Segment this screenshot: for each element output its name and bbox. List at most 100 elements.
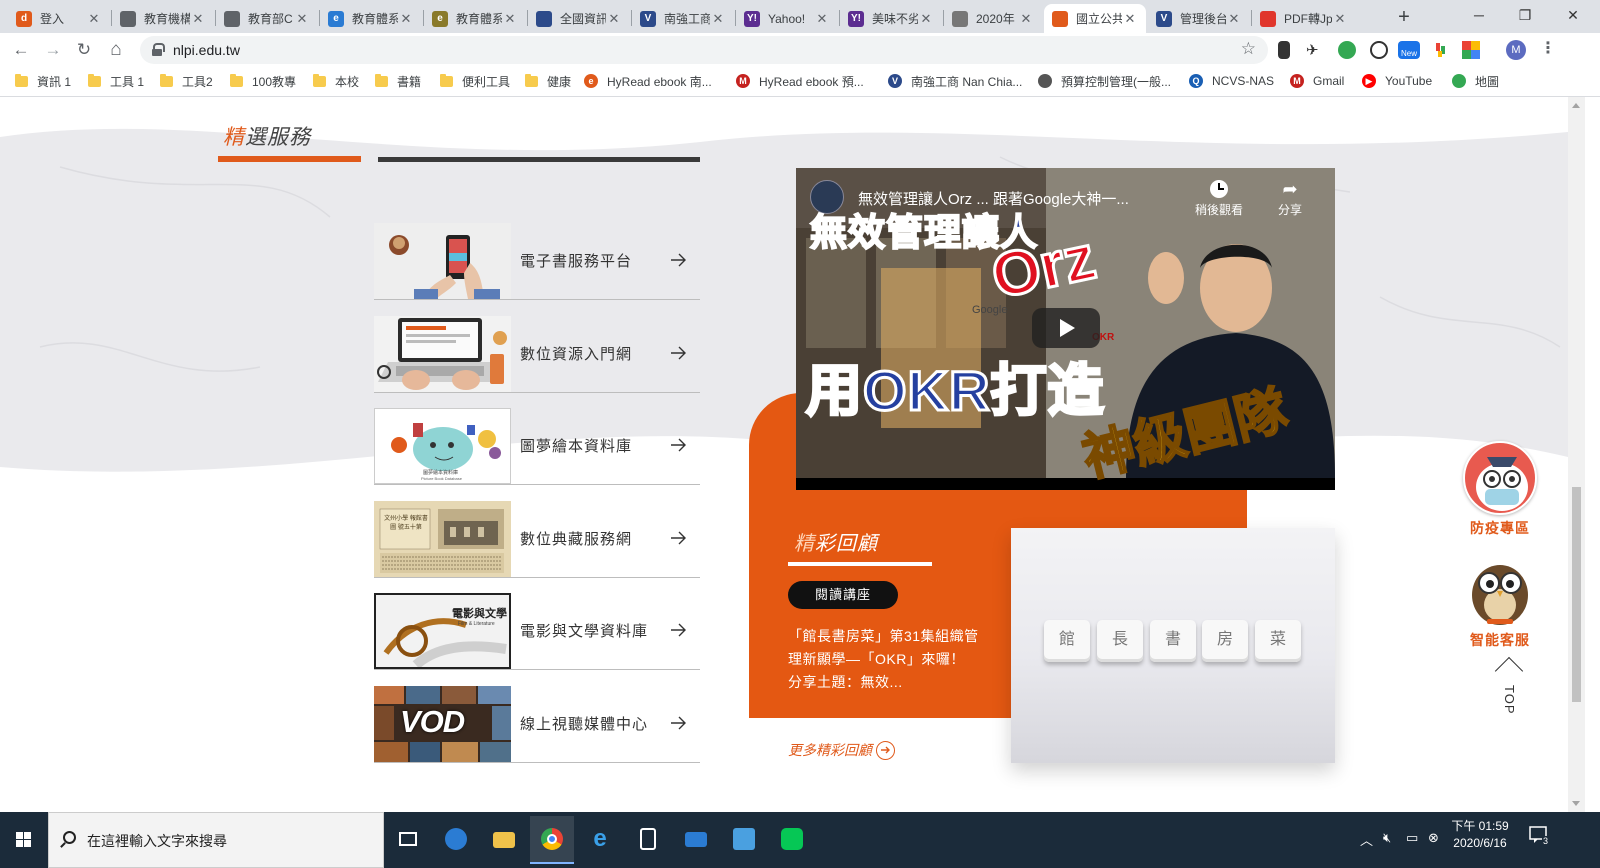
bookmark-label[interactable]: Gmail: [1313, 74, 1344, 88]
scrollbar-thumb[interactable]: [1572, 487, 1581, 702]
back-to-top-button[interactable]: TOP: [1494, 656, 1526, 715]
service-picture-book[interactable]: 圖夢繪本資料庫 Picture Book Database 圖夢繪本資料庫: [374, 408, 700, 485]
watch-later-button[interactable]: 稍後觀看: [1192, 180, 1246, 218]
edge-button[interactable]: [434, 816, 478, 864]
bookmark-folder[interactable]: 100教專: [230, 72, 296, 90]
tab-title[interactable]: 教育部C: [248, 10, 294, 27]
service-film-literature[interactable]: 電影與文學 Film & Literature 電影與文學資料庫: [374, 593, 700, 670]
file-explorer-button[interactable]: [482, 816, 526, 864]
circle-arrow-icon[interactable]: [876, 740, 895, 760]
arrow-right-icon[interactable]: [670, 253, 686, 267]
bookmark-label[interactable]: HyRead ebook 預...: [759, 73, 864, 90]
tray-chevron-up-icon[interactable]: ︿: [1360, 830, 1373, 849]
bookmark-label[interactable]: HyRead ebook 南...: [607, 73, 712, 90]
browser-tab[interactable]: 2020年 ✕: [944, 4, 1042, 33]
tab-close-icon[interactable]: ✕: [814, 11, 830, 27]
bookmark-link[interactable]: M Gmail: [1290, 72, 1344, 90]
bookmark-folder[interactable]: 資訊 1: [15, 72, 71, 90]
tab-close-icon[interactable]: ✕: [1122, 11, 1138, 27]
bookmark-link[interactable]: 預算控制管理(一般...: [1038, 72, 1171, 90]
chevron-up-icon[interactable]: [1494, 656, 1524, 686]
address-bar[interactable]: nlpi.edu.tw ☆: [140, 36, 1268, 64]
photos-button[interactable]: [722, 816, 766, 864]
extension-pin-icon[interactable]: [1432, 41, 1450, 59]
browser-tab[interactable]: 全國資訊 ✕: [528, 4, 630, 33]
browser-tab[interactable]: Y! 美味不劣 ✕: [840, 4, 942, 33]
profile-avatar[interactable]: M: [1506, 40, 1526, 60]
new-tab-button[interactable]: +: [1390, 4, 1418, 32]
calculator-icon[interactable]: [640, 828, 656, 850]
system-clock[interactable]: 下午 01:59 2020/6/16: [1444, 818, 1516, 852]
browser-tab[interactable]: V 南強工商 ✕: [632, 4, 734, 33]
service-digital-archive[interactable]: 文州小學 報館書圖 號五十第 數位典藏服務網: [374, 501, 700, 578]
service-label[interactable]: 數位典藏服務網: [520, 528, 632, 549]
service-label[interactable]: 電影與文學資料庫: [520, 620, 648, 641]
tab-close-icon[interactable]: ✕: [294, 11, 310, 27]
task-view-icon[interactable]: [399, 832, 417, 846]
bookmark-label[interactable]: NCVS-NAS: [1212, 74, 1274, 88]
bookmark-folder[interactable]: 工具2: [160, 72, 213, 90]
tab-close-icon[interactable]: ✕: [1226, 11, 1242, 27]
bookmark-folder[interactable]: 工具 1: [88, 72, 144, 90]
bookmark-label[interactable]: 地圖: [1475, 73, 1499, 90]
bookmark-folder[interactable]: 便利工具: [440, 72, 510, 90]
browser-tab[interactable]: PDF轉Jp ✕: [1252, 4, 1356, 33]
edge-icon[interactable]: [445, 828, 467, 850]
review-summary[interactable]: 「館長書房菜」第31集組織管理新顯學—「OKR」來囉！ 分享土題：無效...: [788, 625, 988, 694]
extension-evernote-icon[interactable]: [1338, 41, 1356, 59]
tab-title[interactable]: 全國資訊: [560, 10, 606, 27]
tab-close-icon[interactable]: ✕: [398, 11, 414, 27]
tab-close-icon[interactable]: ✕: [1332, 11, 1348, 27]
covid-zone-button[interactable]: 防疫專區: [1462, 441, 1538, 538]
tab-close-icon[interactable]: ✕: [86, 11, 102, 27]
browser-tab[interactable]: e 教育體系 ✕: [320, 4, 422, 33]
forward-button[interactable]: →: [40, 37, 66, 63]
tab-title[interactable]: 美味不劣: [872, 10, 918, 27]
bookmark-folder[interactable]: 健康: [525, 72, 571, 90]
share-button[interactable]: ➦ 分享: [1270, 180, 1310, 218]
restore-button[interactable]: ❐: [1502, 0, 1548, 32]
task-view-button[interactable]: [386, 816, 430, 864]
calculator-button[interactable]: [626, 816, 670, 864]
arrow-right-icon[interactable]: [670, 623, 686, 637]
ie-button[interactable]: e: [578, 816, 622, 864]
covid-zone-label[interactable]: 防疫專區: [1462, 518, 1538, 538]
tab-title[interactable]: 管理後台: [1180, 10, 1226, 27]
tab-close-icon[interactable]: ✕: [1018, 11, 1034, 27]
tab-close-icon[interactable]: ✕: [606, 11, 622, 27]
network-icon[interactable]: ▭: [1406, 830, 1418, 846]
minimize-button[interactable]: ─: [1456, 0, 1502, 32]
notification-center-button[interactable]: 3: [1528, 824, 1550, 846]
extension-new-icon[interactable]: New: [1398, 41, 1420, 59]
windows-logo-icon[interactable]: [16, 832, 32, 848]
review-image[interactable]: 館 長 書 房 菜: [1011, 528, 1335, 763]
tab-title[interactable]: Yahoo!: [768, 12, 814, 26]
bookmark-label[interactable]: 工具2: [182, 73, 213, 90]
tab-title[interactable]: 教育機構: [144, 10, 190, 27]
taskbar-search-placeholder[interactable]: 在這裡輸入文字來搜尋: [87, 831, 227, 851]
play-button[interactable]: [1032, 308, 1100, 348]
bookmark-folder[interactable]: 書籍: [375, 72, 421, 90]
bookmark-label[interactable]: 健康: [547, 73, 571, 90]
mail-icon[interactable]: [685, 832, 707, 847]
line-button[interactable]: [770, 816, 814, 864]
bookmark-label[interactable]: 100教專: [252, 73, 296, 90]
bookmark-folder[interactable]: 本校: [313, 72, 359, 90]
bookmark-link[interactable]: 地圖: [1452, 72, 1499, 90]
browser-tab[interactable]: 國立公共 ✕: [1044, 4, 1146, 33]
chrome-icon[interactable]: [541, 828, 563, 850]
browser-tab[interactable]: e 教育體系 ✕: [424, 4, 526, 33]
owl-mask-icon[interactable]: [1463, 441, 1537, 515]
bookmark-link[interactable]: V 南強工商 Nan Chia...: [888, 72, 1022, 90]
browser-tab[interactable]: V 管理後台 ✕: [1148, 4, 1250, 33]
browser-tab[interactable]: 教育部C ✕: [216, 4, 318, 33]
review-category-badge[interactable]: 閱讀講座: [788, 581, 898, 609]
bookmark-label[interactable]: 便利工具: [462, 73, 510, 90]
reload-button[interactable]: ↻: [71, 37, 97, 63]
service-digital-resources[interactable]: 數位資源入門網: [374, 316, 700, 393]
tab-title[interactable]: 南強工商: [664, 10, 710, 27]
home-button[interactable]: ⌂: [103, 37, 129, 63]
tab-title[interactable]: 登入: [40, 10, 86, 27]
tab-title[interactable]: 2020年: [976, 10, 1018, 27]
tab-title[interactable]: 教育體系: [456, 10, 502, 27]
